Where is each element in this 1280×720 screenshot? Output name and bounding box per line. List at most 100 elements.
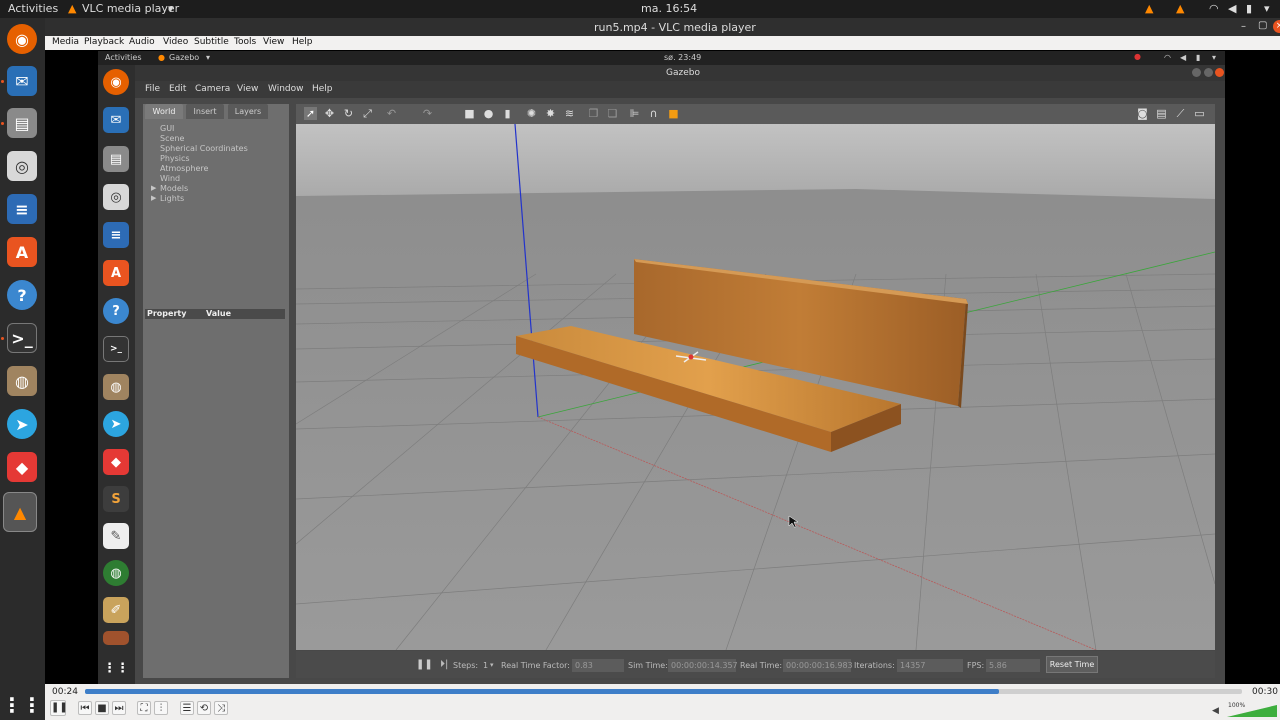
- inner-help-icon: ?: [103, 298, 129, 324]
- fps-label: FPS:: [967, 661, 985, 670]
- seek-bar-progress[interactable]: [85, 689, 1000, 694]
- rhythmbox-icon[interactable]: ◎: [7, 151, 37, 181]
- inner-files-icon: ▤: [103, 146, 129, 172]
- system-menu-chevron-icon[interactable]: ▾: [1264, 2, 1270, 15]
- expand-arrow-icon: ▶: [151, 184, 157, 192]
- gazebo-small-icon: ●: [158, 53, 165, 62]
- inner-gazebo-dock-icon: [103, 631, 129, 645]
- inner-chevron-icon: ▾: [206, 53, 211, 62]
- gz-menu-edit: Edit: [169, 84, 187, 94]
- gazebo-close-icon: [1215, 68, 1224, 77]
- inner-tools-icon: ✐: [103, 597, 129, 623]
- total-time: 00:30: [1252, 687, 1278, 697]
- anydesk-icon[interactable]: ◆: [7, 452, 37, 482]
- menu-audio[interactable]: Audio: [129, 37, 155, 47]
- system-top-bar: Activities ▲ VLC media player ▾ ma. 16:5…: [0, 0, 1280, 18]
- menu-tools[interactable]: Tools: [234, 37, 256, 47]
- writer-icon[interactable]: ≡: [7, 194, 37, 224]
- dock: ◉ ✉ ▤ ◎ ≡ A ? >_ ◍ ➤ ◆ ▲ ⋮⋮: [0, 18, 45, 720]
- app-menu[interactable]: VLC media player: [82, 2, 179, 15]
- sim-time-field: 00:00:00:14.357: [668, 659, 738, 672]
- inner-thunderbird-icon: ✉: [103, 107, 129, 133]
- scene-render: [296, 124, 1215, 650]
- menu-view[interactable]: View: [263, 37, 284, 47]
- tree-item-spherical-coordinates: Spherical Coordinates: [160, 144, 248, 153]
- activities-button[interactable]: Activities: [8, 2, 58, 15]
- wifi-icon[interactable]: ◠: [1209, 2, 1219, 15]
- menu-media[interactable]: Media: [52, 37, 79, 47]
- scale-tool-icon: ⤢: [363, 107, 372, 120]
- inner-editor-icon: ✎: [103, 523, 129, 549]
- clock[interactable]: ma. 16:54: [641, 2, 697, 15]
- volume-slider[interactable]: [1227, 702, 1277, 718]
- telegram-icon[interactable]: ➤: [7, 409, 37, 439]
- tree-item-wind: Wind: [160, 174, 181, 183]
- fullscreen-button[interactable]: ⛶: [137, 701, 151, 715]
- select-tool-icon: ➚: [304, 107, 317, 120]
- real-time-field: 00:00:00:16.983: [783, 659, 853, 672]
- package-globe-icon[interactable]: ◍: [7, 366, 37, 396]
- shuffle-button[interactable]: ⤨: [214, 701, 228, 715]
- menu-playback[interactable]: Playback: [84, 37, 124, 47]
- video-record-icon: ▭: [1194, 107, 1205, 120]
- tree-item-scene: Scene: [160, 134, 185, 143]
- inner-app-name: Gazebo: [169, 53, 200, 62]
- window-title: run5.mp4 - VLC media player: [594, 21, 756, 34]
- rotate-tool-icon: ↻: [343, 107, 354, 120]
- previous-button[interactable]: ⏮: [78, 701, 92, 715]
- redo-icon: ↷: [422, 107, 433, 120]
- terminal-icon[interactable]: >_: [7, 323, 37, 353]
- snap-icon: ∩: [649, 107, 658, 120]
- vlc-menu-bar: Media Playback Audio Video Subtitle Tool…: [45, 36, 1280, 50]
- loop-button[interactable]: ⟲: [197, 701, 211, 715]
- gz-menu-view: View: [237, 84, 259, 94]
- minimize-icon[interactable]: –: [1241, 21, 1246, 32]
- cylinder-shape-icon: ▮: [504, 107, 511, 120]
- software-icon[interactable]: A: [7, 237, 37, 267]
- inner-show-apps-icon: ⋮⋮: [103, 660, 129, 676]
- stop-button[interactable]: ■: [95, 701, 109, 715]
- next-button[interactable]: ⏭: [112, 701, 126, 715]
- inner-sublime-icon: S: [103, 486, 129, 512]
- battery-icon[interactable]: ▮: [1246, 2, 1252, 15]
- inner-activities: Activities: [105, 53, 142, 62]
- vlc-dock-icon[interactable]: ▲: [3, 492, 37, 532]
- spot-light-icon: ✸: [545, 107, 556, 120]
- maximize-icon[interactable]: ▢: [1258, 20, 1267, 31]
- vlc-tray-icon-2[interactable]: ▲: [1176, 2, 1184, 15]
- menu-video[interactable]: Video: [163, 37, 188, 47]
- inner-writer-icon: ≡: [103, 222, 129, 248]
- expand-arrow-icon: ▶: [151, 194, 157, 202]
- show-apps-icon[interactable]: ⋮⋮: [2, 690, 42, 720]
- playlist-button[interactable]: ☰: [180, 701, 194, 715]
- menu-help[interactable]: Help: [292, 37, 313, 47]
- property-column-header: Property: [147, 309, 187, 318]
- menu-subtitle[interactable]: Subtitle: [194, 37, 229, 47]
- screenshot-icon: ◙: [1137, 107, 1148, 120]
- files-icon[interactable]: ▤: [7, 108, 37, 138]
- gazebo-title: Gazebo: [666, 68, 700, 78]
- box-shape-icon: ■: [464, 107, 475, 120]
- inner-dock: ◉ ✉ ▤ ◎ ≡ A ? >_ ◍ ➤ ◆ S ✎ ◍ ✐ ⋮⋮: [98, 65, 135, 684]
- volume-icon[interactable]: ◀: [1228, 2, 1236, 15]
- steps-value: 1: [483, 661, 489, 670]
- speaker-icon[interactable]: ◀: [1212, 706, 1219, 716]
- extended-settings-button[interactable]: ⫶: [154, 701, 168, 715]
- property-table-header: Property Value: [145, 309, 285, 319]
- firefox-icon[interactable]: ◉: [7, 24, 37, 54]
- undo-icon: ↶: [386, 107, 397, 120]
- steps-dropdown-icon: ▾: [490, 661, 494, 669]
- inner-firefox-icon: ◉: [103, 69, 129, 95]
- tab-world: World: [145, 104, 183, 119]
- inner-menu-icon: ▾: [1212, 53, 1217, 62]
- help-icon[interactable]: ?: [7, 280, 37, 310]
- close-icon[interactable]: ×: [1273, 20, 1280, 33]
- paste-icon: ❏: [607, 107, 618, 120]
- vlc-tray-icon[interactable]: ▲: [1145, 2, 1153, 15]
- iterations-field: 14357: [897, 659, 963, 672]
- thunderbird-icon[interactable]: ✉: [7, 66, 37, 96]
- pause-button[interactable]: ❚❚: [50, 700, 68, 716]
- inner-software-icon: A: [103, 260, 129, 286]
- gz-menu-window: Window: [268, 84, 304, 94]
- real-time-label: Real Time:: [740, 661, 783, 670]
